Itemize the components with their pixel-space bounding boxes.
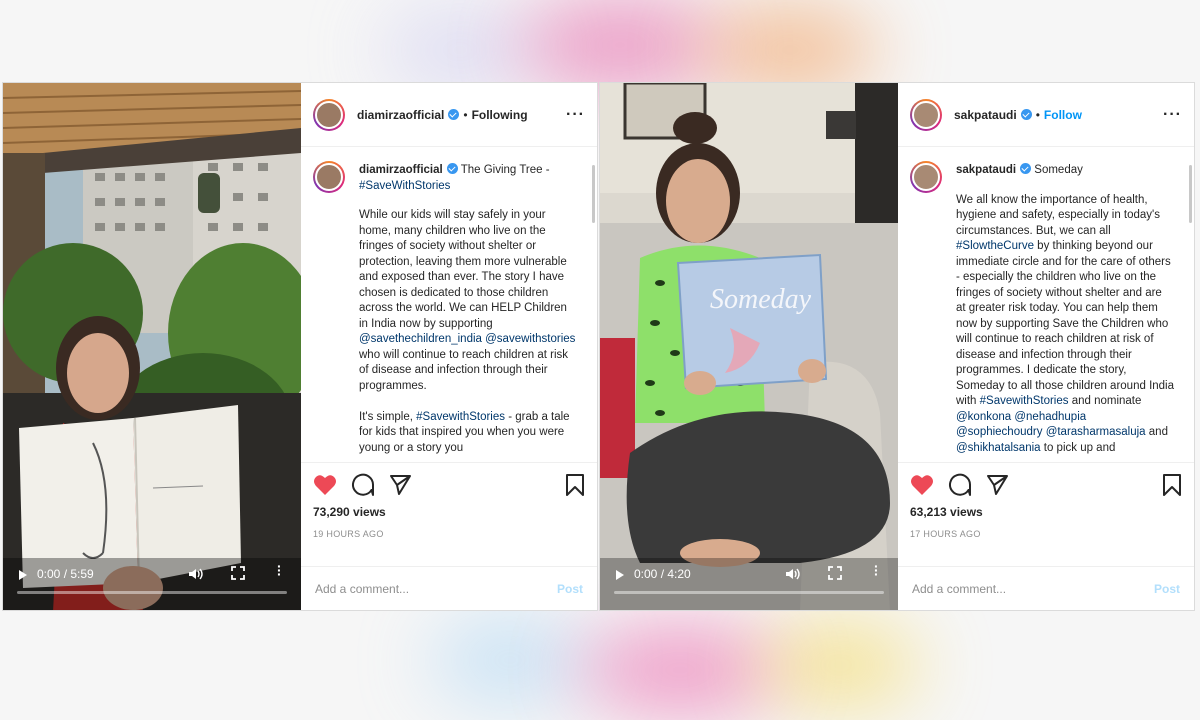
caption-area[interactable]: diamirzaofficial The Giving Tree - #Save… — [301, 147, 597, 462]
comment-icon[interactable] — [351, 473, 375, 497]
separator-dot: • — [1035, 107, 1040, 122]
video-controls: 0:00 / 5:59 · · · — [3, 556, 301, 610]
caption-scrollbar[interactable] — [592, 165, 595, 223]
video-time: 0:00 / 4:20 — [634, 567, 691, 581]
timestamp[interactable]: 17 HOURS AGO — [910, 529, 1182, 539]
following-button[interactable]: Following — [472, 108, 528, 122]
mention-link[interactable]: @sophiechoudry — [956, 426, 1042, 438]
share-icon[interactable] — [986, 474, 1008, 496]
caption-body: While our kids will stay safely in your … — [359, 208, 577, 456]
video-player[interactable]: 0:00 / 5:59 · · · — [3, 83, 301, 610]
video-time: 0:00 / 5:59 — [37, 567, 94, 581]
fullscreen-icon[interactable] — [231, 566, 245, 580]
post-panel: sakpataudi • Follow ··· sakpataudi Somed… — [898, 83, 1194, 610]
post-comment-button[interactable]: Post — [1154, 582, 1180, 596]
post-actions: 63,213 views 17 HOURS AGO — [898, 462, 1194, 566]
caption-fragment: by thinking beyond our immediate circle … — [956, 240, 1175, 407]
comment-input[interactable]: Add a comment... — [912, 582, 1006, 596]
more-options-icon[interactable]: ··· — [1163, 106, 1182, 124]
share-icon[interactable] — [389, 474, 411, 496]
hashtag-link[interactable]: #SlowtheCurve — [956, 240, 1034, 252]
post-sakpataudi: Someday 0:00 / 4:20 · · · sakpataudi • Fol… — [599, 82, 1195, 611]
caption-text: diamirzaofficial The Giving Tree - #Save… — [359, 161, 585, 456]
caption-username[interactable]: diamirzaofficial — [359, 164, 443, 176]
follow-button[interactable]: Follow — [1044, 108, 1082, 122]
timestamp[interactable]: 19 HOURS AGO — [313, 529, 585, 539]
caption-fragment: and — [1145, 426, 1168, 438]
view-count[interactable]: 73,290 views — [313, 505, 585, 519]
caption-title: The Giving Tree - — [460, 164, 550, 176]
view-count[interactable]: 63,213 views — [910, 505, 1182, 519]
bookmark-icon[interactable] — [1162, 474, 1182, 496]
caption-fragment: While our kids will stay safely in your … — [359, 209, 567, 330]
comment-input[interactable]: Add a comment... — [315, 582, 409, 596]
play-icon[interactable] — [19, 570, 27, 580]
verified-icon — [1020, 109, 1032, 120]
caption-title-hashtag[interactable]: #SaveWithStories — [359, 180, 450, 192]
caption-avatar[interactable] — [313, 161, 345, 193]
post-header: sakpataudi • Follow ··· — [898, 83, 1194, 147]
post-actions: 73,290 views 19 HOURS AGO — [301, 462, 597, 566]
post-diamirzaofficial: 0:00 / 5:59 · · · diamirzaofficial • Follo… — [2, 82, 598, 611]
username[interactable]: diamirzaofficial — [357, 108, 444, 122]
caption-area[interactable]: sakpataudi Someday We all know the impor… — [898, 147, 1194, 462]
post-panel: diamirzaofficial • Following ··· diamirz… — [301, 83, 597, 610]
video-progress-track[interactable] — [614, 591, 884, 594]
verified-icon — [448, 109, 460, 120]
username[interactable]: sakpataudi — [954, 108, 1017, 122]
verified-icon — [1020, 163, 1032, 174]
avatar[interactable] — [910, 98, 942, 131]
caption-username[interactable]: sakpataudi — [956, 164, 1016, 176]
volume-icon[interactable] — [784, 566, 800, 582]
separator-dot: • — [463, 107, 468, 122]
video-frame — [3, 83, 301, 610]
caption-fragment: to pick up and — [1040, 441, 1116, 454]
mention-link[interactable]: @shikhatalsania — [956, 442, 1041, 454]
mention-link[interactable]: @konkona — [956, 411, 1011, 423]
more-options-icon[interactable]: ··· — [566, 106, 585, 124]
mention-link[interactable]: @savewithstories — [485, 333, 575, 345]
video-player[interactable]: Someday 0:00 / 4:20 · · · — [600, 83, 898, 610]
bookmark-icon[interactable] — [565, 474, 585, 496]
caption-fragment: and nominate — [1068, 395, 1142, 407]
post-header: diamirzaofficial • Following ··· — [301, 83, 597, 147]
video-progress-track[interactable] — [17, 591, 287, 594]
video-more-icon[interactable]: · · · — [277, 559, 282, 581]
caption-avatar[interactable] — [910, 161, 942, 193]
comment-bar: Add a comment... Post — [301, 566, 597, 610]
comment-bar: Add a comment... Post — [898, 566, 1194, 610]
caption-scrollbar[interactable] — [1189, 165, 1192, 223]
volume-icon[interactable] — [187, 566, 203, 582]
hashtag-link[interactable]: #SavewithStories — [416, 411, 505, 423]
book-title-text: Someday — [710, 284, 812, 315]
avatar[interactable] — [313, 98, 345, 131]
video-frame: Someday — [600, 83, 898, 610]
caption-title: Someday — [1034, 164, 1083, 176]
heart-icon[interactable] — [910, 474, 934, 496]
caption-fragment: We all know the importance of health, hy… — [956, 193, 1160, 237]
caption-body: We all know the importance of health, hy… — [956, 193, 1174, 457]
hashtag-link[interactable]: #SavewithStories — [980, 395, 1069, 407]
video-more-icon[interactable]: · · · — [874, 559, 879, 581]
mention-link[interactable]: @savethechildren_india — [359, 333, 482, 345]
mention-link[interactable]: @nehadhupia — [1014, 411, 1086, 423]
comment-icon[interactable] — [948, 473, 972, 497]
verified-icon — [446, 163, 458, 174]
fullscreen-icon[interactable] — [828, 566, 842, 580]
caption-text: sakpataudi Someday We all know the impor… — [956, 161, 1182, 456]
video-controls: 0:00 / 4:20 · · · — [600, 556, 898, 610]
mention-link[interactable]: @tarasharmasaluja — [1046, 426, 1146, 438]
post-comment-button[interactable]: Post — [557, 582, 583, 596]
play-icon[interactable] — [616, 570, 624, 580]
heart-icon[interactable] — [313, 474, 337, 496]
